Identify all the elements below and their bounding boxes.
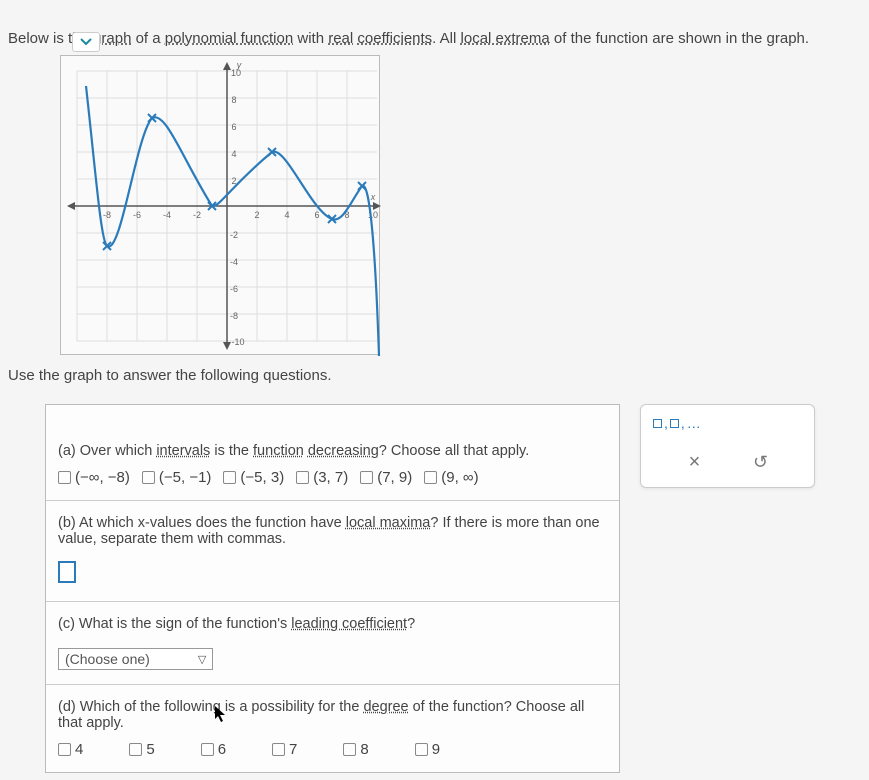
svg-text:-4: -4 <box>230 257 238 267</box>
chevron-down-icon: ▽ <box>198 653 206 666</box>
clear-button[interactable]: × <box>682 449 708 475</box>
svg-text:6: 6 <box>231 122 236 132</box>
svg-text:2: 2 <box>254 210 259 220</box>
checkbox-icon <box>142 471 155 484</box>
svg-text:8: 8 <box>231 95 236 105</box>
checkbox-icon <box>424 471 437 484</box>
qa-option-5[interactable]: (7, 9) <box>360 469 412 486</box>
questions-panel: (a) Over which intervals is the function… <box>45 404 620 773</box>
select-placeholder: (Choose one) <box>65 651 150 667</box>
input-toolbox: ,,… × ↺ <box>640 404 815 488</box>
checkbox-icon <box>360 471 373 484</box>
polynomial-graph: 1086 42 -2-4-6 -8-10 -8-6-4-2 246810 y x <box>60 55 380 355</box>
svg-text:-2: -2 <box>193 210 201 220</box>
svg-text:-10: -10 <box>231 337 244 347</box>
leading-coefficient-select[interactable]: (Choose one) ▽ <box>58 648 213 670</box>
svg-text:4: 4 <box>284 210 289 220</box>
qa-option-2[interactable]: (−5, −1) <box>142 469 212 486</box>
svg-text:-8: -8 <box>103 210 111 220</box>
svg-text:y: y <box>236 60 242 70</box>
svg-text:6: 6 <box>314 210 319 220</box>
list-format-button[interactable]: ,,… <box>653 415 802 431</box>
qa-option-6[interactable]: (9, ∞) <box>424 469 478 486</box>
svg-text:4: 4 <box>231 149 236 159</box>
undo-icon: ↺ <box>753 452 768 473</box>
instruction-text: Use the graph to answer the following qu… <box>8 367 861 384</box>
close-icon: × <box>689 451 701 474</box>
svg-text:-8: -8 <box>230 311 238 321</box>
question-a: (a) Over which intervals is the function… <box>46 405 619 501</box>
square-icon <box>653 419 662 428</box>
intro-text: Below is the graph of a polynomial funct… <box>8 30 861 47</box>
svg-text:x: x <box>370 192 376 202</box>
checkbox-icon <box>58 471 71 484</box>
qa-option-1[interactable]: (−∞, −8) <box>58 469 130 486</box>
square-icon <box>670 419 679 428</box>
question-c: (c) What is the sign of the function's l… <box>46 602 619 685</box>
chevron-down-icon <box>80 38 92 46</box>
undo-button[interactable]: ↺ <box>748 449 774 475</box>
svg-text:-6: -6 <box>133 210 141 220</box>
svg-text:-4: -4 <box>163 210 171 220</box>
svg-text:-6: -6 <box>230 284 238 294</box>
local-maxima-input[interactable] <box>58 561 76 583</box>
svg-text:-2: -2 <box>230 230 238 240</box>
question-b: (b) At which x-values does the function … <box>46 501 619 602</box>
question-d: (d) Which of the following is a possibil… <box>46 685 619 772</box>
checkbox-icon <box>223 471 236 484</box>
qa-option-4[interactable]: (3, 7) <box>296 469 348 486</box>
qa-option-3[interactable]: (−5, 3) <box>223 469 284 486</box>
collapse-button[interactable] <box>72 32 100 52</box>
checkbox-icon <box>296 471 309 484</box>
